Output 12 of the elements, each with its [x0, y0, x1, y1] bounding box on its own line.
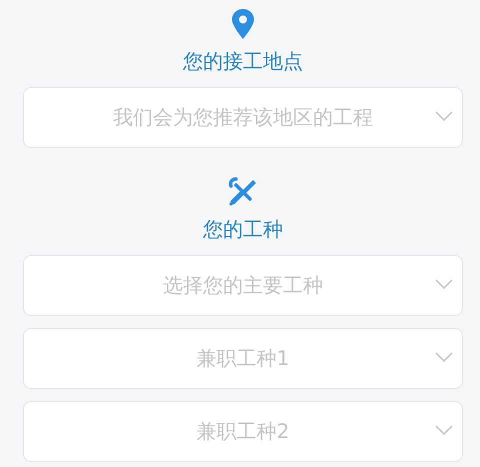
dropdown-field[interactable]: 选择您的主要工种: [23, 255, 463, 316]
chevron-down-icon: [434, 110, 454, 122]
chevron-down-icon: [434, 278, 454, 290]
chevron-down-icon: [434, 351, 454, 363]
section-title: 您的接工地点: [183, 48, 303, 75]
dropdown-field[interactable]: 兼职工种2: [23, 401, 463, 462]
wrench-screwdriver-icon: [227, 176, 259, 208]
section-title: 您的工种: [203, 216, 283, 243]
chevron-down-icon: [434, 424, 454, 436]
location-pin-icon: [232, 9, 254, 39]
dropdown-field[interactable]: 我们会为您推荐该地区的工程: [23, 87, 463, 148]
dropdown-field[interactable]: 兼职工种1: [23, 328, 463, 389]
